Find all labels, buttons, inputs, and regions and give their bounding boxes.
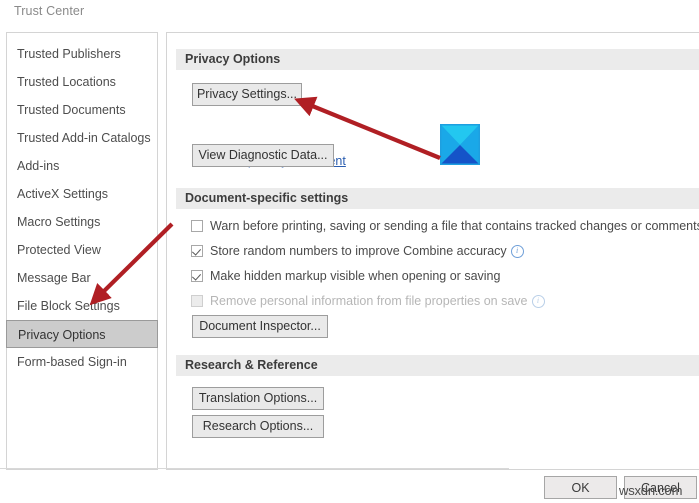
ok-button[interactable]: OK <box>544 476 617 499</box>
checkbox-label-make-hidden-markup-visible: Make hidden markup visible when opening … <box>210 269 501 283</box>
checkbox-label-remove-personal-information: Remove personal information from file pr… <box>210 294 528 308</box>
sidebar-item-trusted-publishers[interactable]: Trusted Publishers <box>7 40 157 68</box>
checkbox-store-random-numbers[interactable] <box>191 245 203 257</box>
sidebar-item-add-ins[interactable]: Add-ins <box>7 152 157 180</box>
checkbox-make-hidden-markup-visible[interactable] <box>191 270 203 282</box>
checkbox-row-remove-personal-information: Remove personal information from file pr… <box>191 294 545 312</box>
checkbox-row-warn-before-printing[interactable]: Warn before printing, saving or sending … <box>191 219 699 237</box>
section-header-document-specific-settings: Document-specific settings <box>176 188 699 209</box>
sidebar-item-activex-settings[interactable]: ActiveX Settings <box>7 180 157 208</box>
checkbox-row-store-random-numbers[interactable]: Store random numbers to improve Combine … <box>191 244 524 262</box>
sidebar-item-trusted-documents[interactable]: Trusted Documents <box>7 96 157 124</box>
sidebar-item-privacy-options[interactable]: Privacy Options <box>6 320 158 348</box>
info-icon-store-random-numbers[interactable]: i <box>510 245 524 258</box>
section-header-privacy-options: Privacy Options <box>176 49 699 70</box>
broken-image-icon <box>440 124 480 165</box>
privacy-settings-button[interactable]: Privacy Settings... <box>192 83 302 106</box>
view-diagnostic-data-button[interactable]: View Diagnostic Data... <box>192 144 334 167</box>
trust-center-content-panel: Privacy Options Privacy Settings... Read… <box>166 32 699 470</box>
sidebar-item-protected-view[interactable]: Protected View <box>7 236 157 264</box>
section-header-research-reference: Research & Reference <box>176 355 699 376</box>
sidebar-item-file-block-settings[interactable]: File Block Settings <box>7 292 157 320</box>
checkbox-warn-before-printing[interactable] <box>191 220 203 232</box>
research-options-button[interactable]: Research Options... <box>192 415 324 438</box>
page-title: Trust Center <box>14 4 85 18</box>
info-icon-remove-personal-information[interactable]: i <box>531 295 545 308</box>
sidebar-item-message-bar[interactable]: Message Bar <box>7 264 157 292</box>
sidebar-item-trusted-addin-catalogs[interactable]: Trusted Add-in Catalogs <box>7 124 157 152</box>
checkbox-remove-personal-information <box>191 295 203 307</box>
footer-divider <box>0 468 509 469</box>
sidebar-item-trusted-locations[interactable]: Trusted Locations <box>7 68 157 96</box>
checkbox-label-warn-before-printing: Warn before printing, saving or sending … <box>210 219 699 233</box>
document-inspector-button[interactable]: Document Inspector... <box>192 315 328 338</box>
checkbox-label-store-random-numbers: Store random numbers to improve Combine … <box>210 244 507 258</box>
watermark: wsxdn.com <box>619 483 683 498</box>
trust-center-nav-list[interactable]: Trusted Publishers Trusted Locations Tru… <box>6 32 158 470</box>
checkbox-row-make-hidden-markup-visible[interactable]: Make hidden markup visible when opening … <box>191 269 500 287</box>
sidebar-item-form-based-signin[interactable]: Form-based Sign-in <box>7 348 157 376</box>
sidebar-item-macro-settings[interactable]: Macro Settings <box>7 208 157 236</box>
translation-options-button[interactable]: Translation Options... <box>192 387 324 410</box>
